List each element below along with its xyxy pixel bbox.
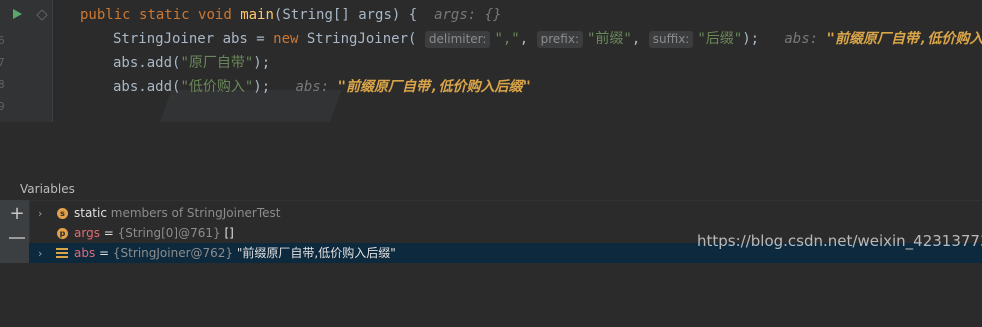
variable-type: {StringJoiner@762} [112,246,234,260]
expand-chevron-icon[interactable]: › [38,243,42,264]
parameter-hint: prefix: [536,31,583,48]
code-text: StringJoiner( [298,31,417,47]
string-literal: "后缀" [697,31,743,47]
variable-text: args = {String[0]@761} [] [74,223,234,244]
variable-text: abs = {StringJoiner@762} "前缀原厂自带,低价购入后缀" [74,243,396,264]
code-text: abs.add( [113,55,181,71]
code-line-add-2[interactable]: abs.add("低价购入"); abs: "前缀原厂自带,低价购入后缀" [113,76,531,98]
run-icon[interactable] [13,9,22,19]
code-line-add-1[interactable]: abs.add("原厂自带"); [113,52,270,74]
inline-debug-value: abs: "前缀原厂自带,低价购入后缀" [784,31,982,47]
line-number: 9 [0,100,5,113]
variable-type: {String[0]@761} [117,226,221,240]
remove-watch-button[interactable] [9,237,25,239]
line-number: 8 [0,78,5,91]
inline-debug-value: abs: "前缀原厂自带,低价购入后缀" [295,79,530,95]
code-text: ); [253,79,271,95]
keyword: static [139,7,190,23]
variable-name: static [74,206,107,220]
variable-text: static members of StringJoinerTest [74,203,281,224]
code-text: StringJoiner abs = [113,31,274,47]
keyword: void [198,7,232,23]
inline-debug-label: abs: [784,31,819,47]
variable-eq: = [95,246,113,260]
inline-debug-value: args: {} [434,7,502,23]
editor-panel-divider [0,122,982,176]
breakpoint-marker-icon[interactable] [36,9,48,21]
parameter-hint: delimiter: [424,31,491,48]
gutter-separator [52,0,53,122]
static-icon: s [57,208,68,219]
variables-panel-title: Variables [20,182,75,196]
watermark: https://blog.csdn.net/weixin_42313773 [697,232,982,250]
expand-chevron-icon[interactable]: › [38,203,42,224]
code-line-joiner[interactable]: StringJoiner abs = new StringJoiner( del… [113,28,982,50]
variable-value: "前缀原厂自带,低价购入后缀" [233,246,396,260]
code-text: ); [253,55,271,71]
code-text: , [519,31,529,47]
variable-name: args [74,226,100,240]
string-literal: "," [494,31,520,47]
variable-detail: members of StringJoinerTest [106,206,281,220]
method-name: main [240,7,274,23]
code-text: abs.add( [113,79,181,95]
field-icon [56,248,68,259]
code-text: ); [742,31,760,47]
code-editor[interactable]: 6 7 8 9 public static void main(String[]… [0,0,982,122]
variable-eq: = [99,226,118,240]
variables-panel-header [0,176,982,201]
add-watch-button[interactable]: + [9,205,25,223]
keyword: public [80,7,131,23]
string-literal: "原厂自带" [180,55,254,71]
keyword: new [273,31,299,47]
editor-gutter: 6 7 8 9 [0,0,52,122]
line-number: 6 [0,34,5,47]
inline-debug-string: "前缀原厂自带,低价购入后缀" [826,31,982,47]
variable-row-static[interactable]: › s static members of StringJoinerTest [29,203,982,224]
code-line-main[interactable]: public static void main(String[] args) {… [80,4,502,26]
parameter-icon: p [57,228,68,239]
string-literal: "前缀" [587,31,632,47]
inline-debug-string: "前缀原厂自带,低价购入后缀" [337,79,531,95]
code-text: (String[] args) { [273,7,418,23]
line-number: 7 [0,56,5,69]
parameter-hint: suffix: [648,31,694,48]
variable-value: [] [220,226,234,240]
string-literal: "低价购入" [180,79,254,95]
variable-name: abs [74,246,96,260]
code-text: , [631,31,641,47]
inline-debug-label: abs: [295,79,330,95]
